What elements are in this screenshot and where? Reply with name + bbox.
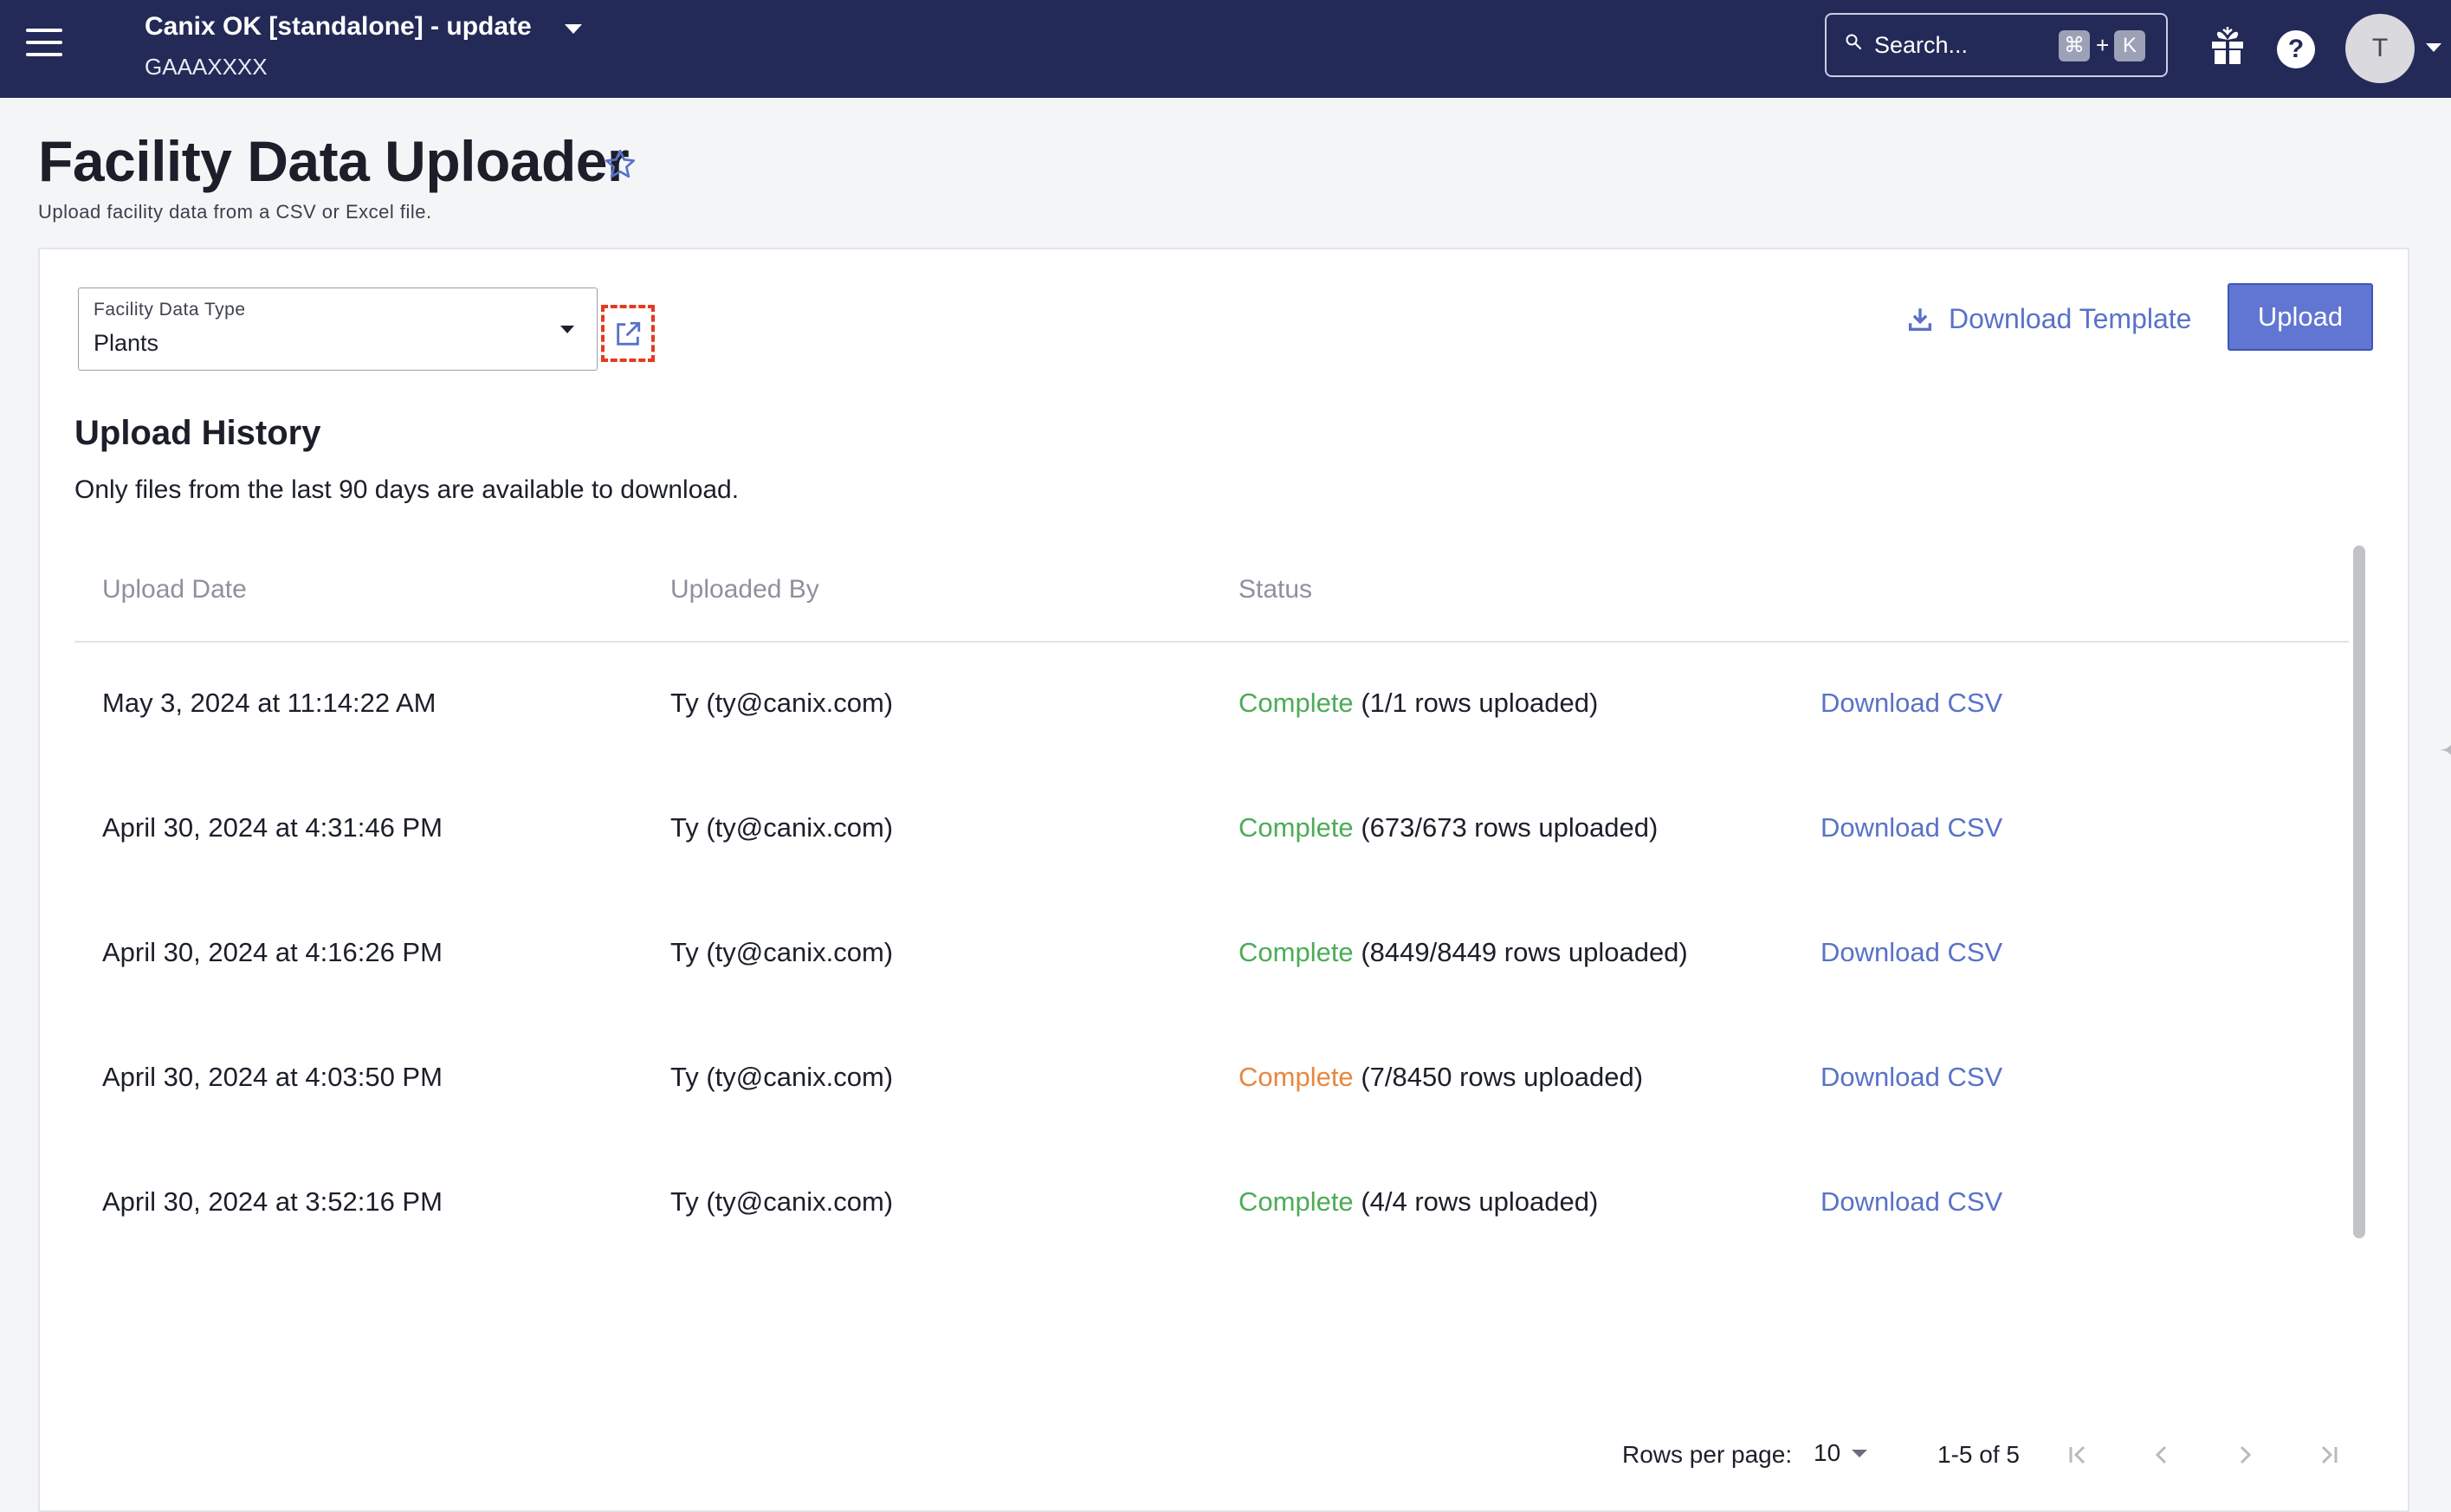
uploaded-by-cell: Ty (ty@canix.com) <box>670 688 894 718</box>
upload-date-cell: April 30, 2024 at 3:52:16 PM <box>102 1186 443 1217</box>
chevron-left-icon <box>2155 1445 2167 1464</box>
table-row: April 30, 2024 at 4:16:26 PM Ty (ty@cani… <box>74 937 2349 1062</box>
status-cell: Complete (4/4 rows uploaded) <box>1238 1186 1598 1218</box>
download-csv-link[interactable]: Download CSV <box>1820 1062 2002 1093</box>
page-subtitle: Upload facility data from a CSV or Excel… <box>38 201 432 223</box>
table-scrollbar[interactable] <box>2351 546 2368 1412</box>
user-menu-caret-icon[interactable] <box>2426 43 2441 52</box>
status-cell: Complete (1/1 rows uploaded) <box>1238 688 1598 719</box>
last-page-button[interactable] <box>2311 1438 2345 1472</box>
table-row: April 30, 2024 at 3:52:16 PM Ty (ty@cani… <box>74 1186 2349 1311</box>
first-page-button[interactable] <box>2061 1438 2096 1472</box>
download-icon <box>1908 308 1932 332</box>
rows-per-page-value: 10 <box>1814 1439 1841 1466</box>
chevron-right-icon <box>2240 1445 2252 1464</box>
column-header-status[interactable]: Status <box>1238 575 1312 604</box>
shortcut-k-key: K <box>2114 30 2145 61</box>
pagination-range: 1-5 of 5 <box>1937 1441 2020 1468</box>
status-label: Complete <box>1238 688 1354 718</box>
upload-history-title: Upload History <box>74 414 321 452</box>
shortcut-command-key: ⌘ <box>2059 30 2090 61</box>
status-cell: Complete (673/673 rows uploaded) <box>1238 812 1658 843</box>
uploaded-by-cell: Ty (ty@canix.com) <box>670 937 894 967</box>
upload-date-cell: April 30, 2024 at 4:31:46 PM <box>102 812 443 843</box>
status-label: Complete <box>1238 812 1354 843</box>
shortcut-plus: + <box>2096 32 2110 58</box>
previous-page-button[interactable] <box>2144 1438 2179 1472</box>
upload-date-cell: April 30, 2024 at 4:03:50 PM <box>102 1062 443 1092</box>
upload-button[interactable]: Upload <box>2228 283 2373 351</box>
status-detail: (1/1 rows uploaded) <box>1361 688 1599 718</box>
menu-icon[interactable] <box>26 29 64 56</box>
facility-data-type-label: Facility Data Type <box>94 300 246 320</box>
status-label: Complete <box>1238 1062 1354 1092</box>
status-detail: (4/4 rows uploaded) <box>1361 1186 1599 1217</box>
open-in-new-icon <box>617 321 641 346</box>
status-label: Complete <box>1238 1186 1354 1217</box>
first-page-icon <box>2069 1445 2086 1464</box>
upload-date-cell: April 30, 2024 at 4:16:26 PM <box>102 937 443 967</box>
gift-icon[interactable] <box>2208 24 2247 66</box>
chevron-down-icon <box>1852 1450 1867 1457</box>
table-row: May 3, 2024 at 11:14:22 AM Ty (ty@canix.… <box>74 688 2349 812</box>
upload-history-note: Only files from the last 90 days are ava… <box>74 475 740 504</box>
table-row: April 30, 2024 at 4:03:50 PM Ty (ty@cani… <box>74 1062 2349 1186</box>
help-icon[interactable]: ? <box>2277 30 2315 68</box>
download-csv-link[interactable]: Download CSV <box>1820 812 2002 843</box>
status-detail: (8449/8449 rows uploaded) <box>1361 937 1688 967</box>
column-header-upload-date[interactable]: Upload Date <box>102 575 247 604</box>
table-row: April 30, 2024 at 4:31:46 PM Ty (ty@cani… <box>74 812 2349 937</box>
search-icon <box>1846 34 1861 49</box>
user-avatar[interactable]: T <box>2345 14 2415 83</box>
scrollbar-thumb[interactable] <box>2353 546 2365 1238</box>
status-label: Complete <box>1238 937 1354 967</box>
uploaded-by-cell: Ty (ty@canix.com) <box>670 1062 894 1092</box>
chevron-down-icon <box>560 326 574 333</box>
sparkle-icon[interactable] <box>2437 733 2451 767</box>
download-template-label: Download Template <box>1949 303 2192 334</box>
organization-name[interactable]: Canix OK [standalone] - update <box>145 12 532 42</box>
download-csv-link[interactable]: Download CSV <box>1820 688 2002 719</box>
top-navigation-bar: Canix OK [standalone] - update GAAAXXXX … <box>0 0 2451 98</box>
open-external-link-button[interactable] <box>601 305 655 362</box>
status-detail: (673/673 rows uploaded) <box>1361 812 1659 843</box>
organization-dropdown-caret-icon[interactable] <box>565 24 582 34</box>
facility-data-type-select[interactable]: Facility Data Type Plants <box>78 288 598 371</box>
rows-per-page-label: Rows per page: <box>1622 1441 1793 1468</box>
status-cell: Complete (7/8450 rows uploaded) <box>1238 1062 1643 1093</box>
uploaded-by-cell: Ty (ty@canix.com) <box>670 812 894 843</box>
favorite-star-icon[interactable] <box>603 147 637 182</box>
download-csv-link[interactable]: Download CSV <box>1820 937 2002 968</box>
status-cell: Complete (8449/8449 rows uploaded) <box>1238 937 1688 968</box>
page-title: Facility Data Uploader <box>38 129 630 193</box>
search-placeholder: Search... <box>1874 32 1969 58</box>
last-page-icon <box>2321 1445 2338 1464</box>
status-detail: (7/8450 rows uploaded) <box>1361 1062 1644 1092</box>
rows-per-page-select[interactable]: 10 <box>1814 1438 1874 1472</box>
upload-date-cell: May 3, 2024 at 11:14:22 AM <box>102 688 437 718</box>
search-box[interactable]: Search... ⌘ + K <box>1825 13 2168 77</box>
uploaded-by-cell: Ty (ty@canix.com) <box>670 1186 894 1217</box>
download-csv-link[interactable]: Download CSV <box>1820 1186 2002 1218</box>
table-header-divider <box>74 641 2349 643</box>
column-header-uploaded-by[interactable]: Uploaded By <box>670 575 819 604</box>
organization-code: GAAAXXXX <box>145 54 268 80</box>
facility-data-type-value: Plants <box>94 330 159 356</box>
next-page-button[interactable] <box>2228 1438 2262 1472</box>
